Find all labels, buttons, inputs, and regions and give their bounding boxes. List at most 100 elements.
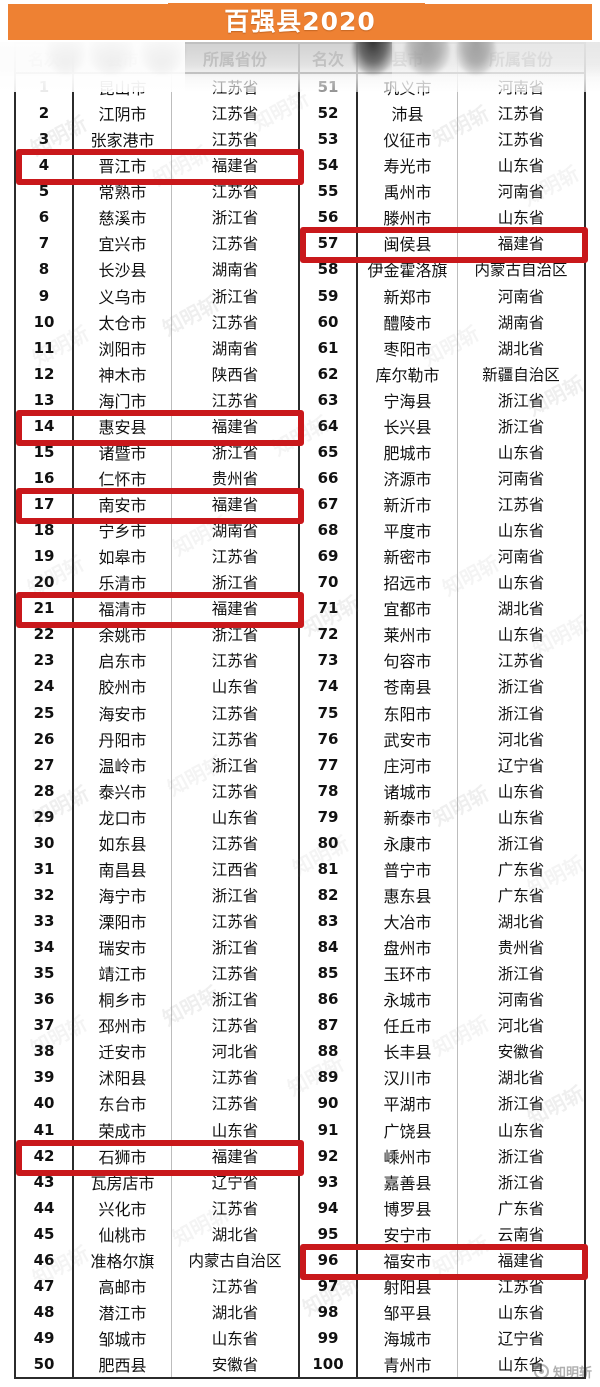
table-row: 31 南昌县 江西省 [16, 855, 298, 882]
table-row: 29 龙口市 山东省 [16, 803, 298, 830]
cell-rank: 20 [16, 569, 74, 596]
cell-province: 江苏省 [211, 79, 259, 98]
cell-city: 胶州市 [74, 673, 172, 700]
cell-province: 浙江省 [497, 1095, 545, 1114]
cell-city: 仪征市 [358, 126, 458, 153]
cell-province: 河北省 [497, 730, 545, 749]
cell-province: 湖北省 [497, 339, 545, 358]
cell-rank: 92 [300, 1142, 358, 1169]
table-row: 81 普宁市 广东省 [300, 855, 584, 882]
table-row: 96 福安市 福建省 [300, 1246, 584, 1273]
header-city-right: 县市 [358, 44, 458, 72]
cell-city: 海城市 [358, 1325, 458, 1352]
table-row: 61 枣阳市 湖北省 [300, 334, 584, 361]
table-left-half: 名次 县市 所属省份 1 昆山市 江苏省 2 江阴市 江苏省 3 张家港市 江苏省 4 晋江市 福建省… [16, 44, 300, 1378]
cell-rank: 84 [300, 934, 358, 961]
cell-rank: 100 [300, 1351, 358, 1378]
cell-city: 新密市 [358, 543, 458, 570]
cell-city: 迁安市 [74, 1038, 172, 1065]
cell-province: 辽宁省 [497, 1330, 545, 1349]
table-row: 92 嵊州市 浙江省 [300, 1142, 584, 1169]
table-row: 68 平度市 山东省 [300, 517, 584, 544]
cell-province: 河南省 [497, 287, 545, 306]
cell-province: 江苏省 [497, 131, 545, 150]
cell-city: 福清市 [74, 595, 172, 622]
cell-province: 浙江省 [211, 574, 259, 593]
table-row: 52 沛县 江苏省 [300, 100, 584, 127]
table-row: 30 如东县 江苏省 [16, 829, 298, 856]
table-row: 53 仪征市 江苏省 [300, 126, 584, 153]
cell-province: 山东省 [497, 209, 545, 228]
cell-city: 永康市 [358, 829, 458, 856]
cell-city: 莱州市 [358, 621, 458, 648]
cell-rank: 5 [16, 178, 74, 205]
cell-city: 滕州市 [358, 204, 458, 231]
table-row: 26 丹阳市 江苏省 [16, 725, 298, 752]
cell-province: 江苏省 [497, 652, 545, 671]
cell-province: 浙江省 [211, 287, 259, 306]
table-row: 4 晋江市 福建省 [16, 152, 298, 179]
cell-city: 句容市 [358, 647, 458, 674]
cell-province: 浙江省 [497, 391, 545, 410]
table-row: 47 高邮市 江苏省 [16, 1272, 298, 1299]
table-row: 17 南安市 福建省 [16, 491, 298, 518]
table-row: 44 兴化市 江苏省 [16, 1194, 298, 1221]
cell-rank: 98 [300, 1298, 358, 1325]
cell-rank: 25 [16, 699, 74, 726]
cell-city: 诸暨市 [74, 438, 172, 465]
cell-province: 辽宁省 [497, 756, 545, 775]
cell-rank: 24 [16, 673, 74, 700]
table-row: 70 招远市 山东省 [300, 569, 584, 596]
cell-rank: 7 [16, 230, 74, 257]
table-row: 1 昆山市 江苏省 [16, 74, 298, 101]
cell-city: 盘州市 [358, 934, 458, 961]
cell-city: 晋江市 [74, 152, 172, 179]
cell-rank: 70 [300, 569, 358, 596]
cell-city: 新郑市 [358, 282, 458, 309]
cell-city: 海安市 [74, 699, 172, 726]
table-row: 56 滕州市 山东省 [300, 204, 584, 231]
cell-province: 山东省 [211, 1330, 259, 1349]
cell-province: 山东省 [211, 678, 259, 697]
table-row: 34 瑞安市 浙江省 [16, 934, 298, 961]
cell-province: 河南省 [497, 991, 545, 1010]
cell-province: 江西省 [211, 860, 259, 879]
cell-province: 云南省 [497, 1225, 545, 1244]
cell-rank: 73 [300, 647, 358, 674]
cell-city: 兴化市 [74, 1194, 172, 1221]
cell-province: 江苏省 [211, 548, 259, 567]
cell-province: 山东省 [497, 782, 545, 801]
cell-rank: 48 [16, 1298, 74, 1325]
cell-city: 射阳县 [358, 1272, 458, 1299]
cell-rank: 49 [16, 1325, 74, 1352]
cell-city: 准格尔旗 [74, 1246, 172, 1273]
cell-city: 宜都市 [358, 595, 458, 622]
table-row: 82 惠东县 广东省 [300, 881, 584, 908]
cell-province: 江苏省 [211, 652, 259, 671]
cell-province: 福建省 [211, 1147, 259, 1166]
table-right-half: 名次 县市 所属省份 51 巩义市 河南省 52 沛县 江苏省 53 仪征市 江苏省 54 寿光市山… [300, 44, 584, 1378]
cell-rank: 55 [300, 178, 358, 205]
cell-city: 沛县 [358, 100, 458, 127]
cell-city: 东台市 [74, 1090, 172, 1117]
table-row: 63 宁海县 浙江省 [300, 386, 584, 413]
cell-province: 江苏省 [497, 105, 545, 124]
table-row: 35 靖江市 江苏省 [16, 960, 298, 987]
cell-province: 贵州省 [211, 469, 259, 488]
cell-rank: 2 [16, 100, 74, 127]
cell-rank: 97 [300, 1272, 358, 1299]
table-row: 6 慈溪市 浙江省 [16, 204, 298, 231]
table-row: 18 宁乡市 湖南省 [16, 517, 298, 544]
cell-city: 安宁市 [358, 1220, 458, 1247]
cell-province: 湖北省 [211, 1303, 259, 1322]
table-row: 58 伊金霍洛旗 内蒙古自治区 [300, 256, 584, 283]
cell-city: 任丘市 [358, 1012, 458, 1039]
cell-rank: 57 [300, 230, 358, 257]
cell-city: 平湖市 [358, 1090, 458, 1117]
cell-city: 招远市 [358, 569, 458, 596]
cell-city: 余姚市 [74, 621, 172, 648]
table-row: 43 瓦房店市 辽宁省 [16, 1168, 298, 1195]
cell-rank: 41 [16, 1116, 74, 1143]
table-row: 67 新沂市 江苏省 [300, 491, 584, 518]
cell-city: 长丰县 [358, 1038, 458, 1065]
